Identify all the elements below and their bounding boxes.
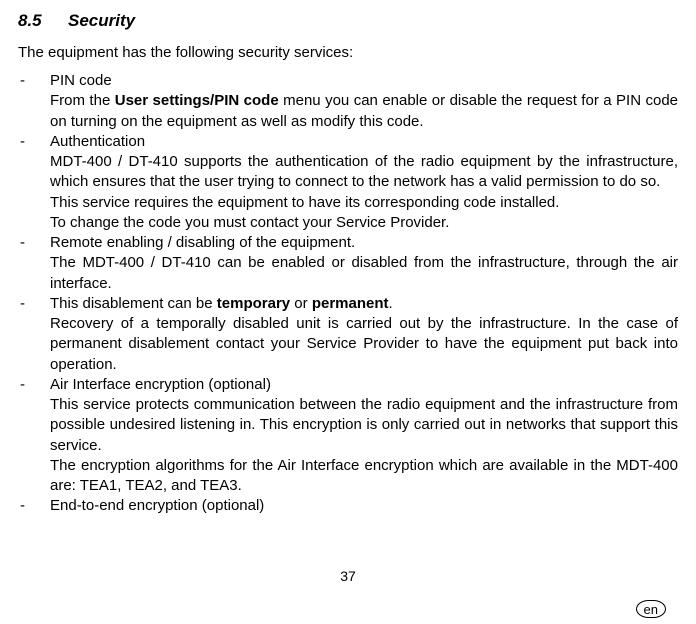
bullet-bold: permanent xyxy=(312,295,389,312)
dash-icon: - xyxy=(18,375,50,395)
intro-text: The equipment has the following security… xyxy=(18,43,678,63)
list-item: - End-to-end encryption (optional) xyxy=(18,496,678,516)
list-item: - This disablement can be temporary or p… xyxy=(18,294,678,375)
bullet-text: PIN code xyxy=(50,71,678,91)
bullet-mid: or xyxy=(290,295,312,312)
bullet-row: - End-to-end encryption (optional) xyxy=(18,496,678,516)
section-heading: 8.5Security xyxy=(18,10,678,33)
body-paragraph: The encryption algorithms for the Air In… xyxy=(50,456,678,497)
para-bold: User settings/PIN code xyxy=(115,92,279,109)
dash-icon: - xyxy=(18,132,50,152)
bullet-row: - Authentication xyxy=(18,132,678,152)
para-pre: From the xyxy=(50,92,115,109)
bullet-text: Air Interface encryption (optional) xyxy=(50,375,678,395)
page-number: 37 xyxy=(0,567,696,586)
bullet-row: - Remote enabling / disabling of the equ… xyxy=(18,233,678,253)
bullet-text: This disablement can be temporary or per… xyxy=(50,294,678,314)
body-paragraph: From the User settings/PIN code menu you… xyxy=(50,91,678,132)
body-paragraph: This service requires the equipment to h… xyxy=(50,193,678,213)
section-number: 8.5 xyxy=(18,10,68,33)
list-item: - Air Interface encryption (optional) Th… xyxy=(18,375,678,497)
section-title: Security xyxy=(68,11,135,30)
bullet-text: End-to-end encryption (optional) xyxy=(50,496,678,516)
bullet-pre: This disablement can be xyxy=(50,295,217,312)
body-paragraph: This service protects communication betw… xyxy=(50,395,678,456)
dash-icon: - xyxy=(18,294,50,314)
bullet-text: Remote enabling / disabling of the equip… xyxy=(50,233,678,253)
dash-icon: - xyxy=(18,71,50,91)
list-item: - Authentication MDT-400 / DT-410 suppor… xyxy=(18,132,678,233)
bullet-text: Authentication xyxy=(50,132,678,152)
body-paragraph: MDT-400 / DT-410 supports the authentica… xyxy=(50,152,678,193)
list-item: - Remote enabling / disabling of the equ… xyxy=(18,233,678,294)
language-badge: en xyxy=(636,600,666,618)
bullet-row: - PIN code xyxy=(18,71,678,91)
bullet-row: - Air Interface encryption (optional) xyxy=(18,375,678,395)
body-paragraph: To change the code you must contact your… xyxy=(50,213,678,233)
body-paragraph: The MDT-400 / DT-410 can be enabled or d… xyxy=(50,253,678,294)
dash-icon: - xyxy=(18,233,50,253)
bullet-row: - This disablement can be temporary or p… xyxy=(18,294,678,314)
body-paragraph: Recovery of a temporally disabled unit i… xyxy=(50,314,678,375)
list-item: - PIN code From the User settings/PIN co… xyxy=(18,71,678,132)
dash-icon: - xyxy=(18,496,50,516)
bullet-post: . xyxy=(389,295,393,312)
bullet-bold: temporary xyxy=(217,295,290,312)
